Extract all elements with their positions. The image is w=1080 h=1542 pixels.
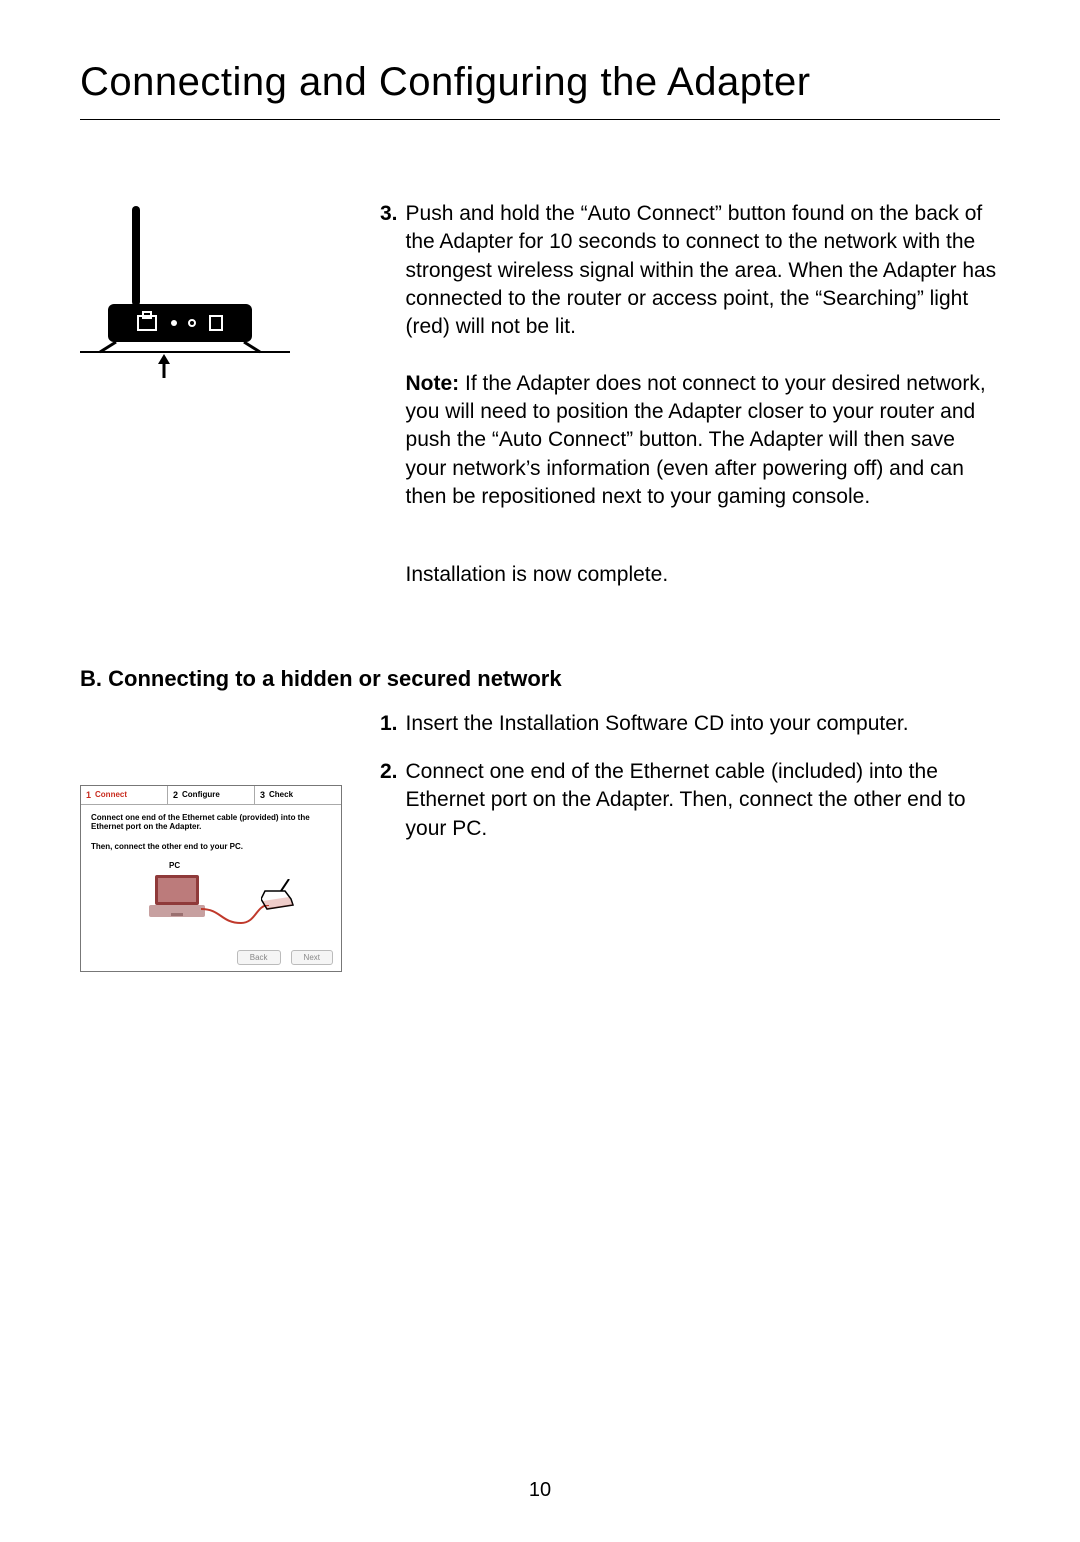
tab2-label: Configure <box>182 790 220 799</box>
page: Connecting and Configuring the Adapter <box>0 0 1080 1542</box>
installer-body: Connect one end of the Ethernet cable (p… <box>81 805 341 946</box>
installer-diagram: PC <box>91 861 331 936</box>
pc-label: PC <box>169 861 180 870</box>
installer-next-button: Next <box>291 950 333 965</box>
step3-row: 3. Push and hold the “Auto Connect” butt… <box>80 200 1000 610</box>
step3-note: Note: If the Adapter does not connect to… <box>406 370 1000 512</box>
b-step2-text: Connect one end of the Ethernet cable (i… <box>406 758 1000 843</box>
b-step1-number: 1. <box>380 710 398 738</box>
adapter-mini-icon <box>261 879 297 911</box>
adapter-illustration <box>80 206 380 386</box>
step3-text: Push and hold the “Auto Connect” button … <box>406 200 1000 590</box>
step3: 3. Push and hold the “Auto Connect” butt… <box>380 200 1000 590</box>
step3-body: Push and hold the “Auto Connect” button … <box>406 202 997 338</box>
tab1-label: Connect <box>95 790 127 799</box>
tab1-num: 1 <box>86 790 91 800</box>
tab2-num: 2 <box>173 790 178 800</box>
step3-number: 3. <box>380 200 398 590</box>
page-title: Connecting and Configuring the Adapter <box>80 60 1000 105</box>
installer-window: 1 Connect 2 Configure 3 Check Connect on… <box>80 785 342 972</box>
installer-tab-check: 3 Check <box>255 786 341 804</box>
installer-back-button: Back <box>237 950 281 965</box>
note-text: If the Adapter does not connect to your … <box>406 372 986 508</box>
tab3-label: Check <box>269 790 293 799</box>
adapter-illustration-column <box>80 200 380 386</box>
b-step2: 2. Connect one end of the Ethernet cable… <box>380 758 1000 843</box>
b-step1-text: Insert the Installation Software CD into… <box>406 710 1000 738</box>
tab3-num: 3 <box>260 790 265 800</box>
adapter-icon <box>80 206 290 381</box>
section-b-row: 1 Connect 2 Configure 3 Check Connect on… <box>80 710 1000 972</box>
step3-text-column: 3. Push and hold the “Auto Connect” butt… <box>380 200 1000 610</box>
note-label: Note: <box>406 372 460 395</box>
title-rule <box>80 119 1000 120</box>
laptop-icon <box>147 873 207 923</box>
installer-body-text-1: Connect one end of the Ethernet cable (p… <box>91 813 331 832</box>
b-step1: 1. Insert the Installation Software CD i… <box>380 710 1000 738</box>
install-complete: Installation is now complete. <box>406 561 1000 589</box>
installer-screenshot-column: 1 Connect 2 Configure 3 Check Connect on… <box>80 710 380 972</box>
installer-body-text-2: Then, connect the other end to your PC. <box>91 842 331 851</box>
installer-tab-configure: 2 Configure <box>168 786 255 804</box>
section-b-heading: B. Connecting to a hidden or secured net… <box>80 666 1000 692</box>
page-number: 10 <box>0 1479 1080 1502</box>
b-step2-number: 2. <box>380 758 398 843</box>
installer-tab-connect: 1 Connect <box>81 786 168 804</box>
section-b-text-column: 1. Insert the Installation Software CD i… <box>380 710 1000 863</box>
installer-buttons: Back Next <box>81 946 341 971</box>
installer-tabs: 1 Connect 2 Configure 3 Check <box>81 786 341 805</box>
